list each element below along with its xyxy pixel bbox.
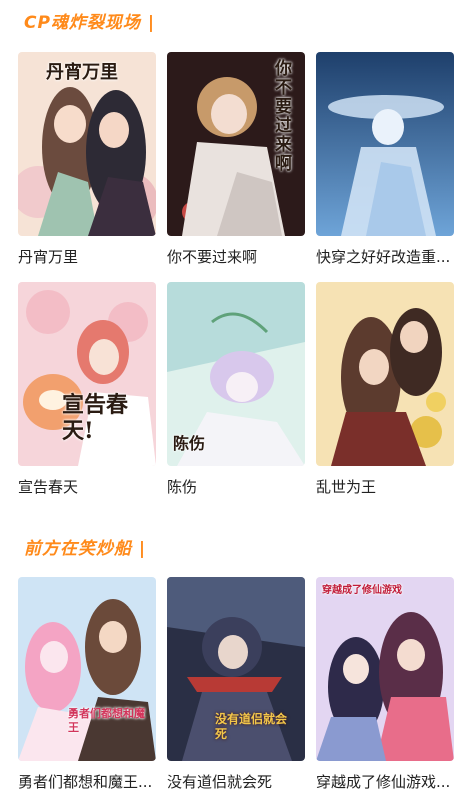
comic-card[interactable]: 陈伤 陈伤 xyxy=(167,282,305,497)
section-title-cp: CP魂炸裂现场 | xyxy=(24,13,156,33)
cover-title-text: 丹宵万里 xyxy=(46,62,118,83)
comic-card[interactable]: 宣告春天! 宣告春天 xyxy=(18,282,156,497)
comic-title[interactable]: 没有道侣就会死 xyxy=(167,771,305,792)
comic-grid-row-1: 丹宵万里 丹宵万里 你不要过来啊 你不要过来啊 快穿之好好改造重... xyxy=(18,52,454,282)
comic-cover[interactable]: 丹宵万里 xyxy=(18,52,156,236)
comic-title[interactable]: 快穿之好好改造重... xyxy=(316,246,454,267)
comic-cover[interactable]: 穿越成了修仙游戏 xyxy=(316,577,454,761)
comic-title[interactable]: 乱世为王 xyxy=(316,476,454,497)
comic-card[interactable]: 没有道侣就会死 没有道侣就会死 xyxy=(167,577,305,792)
comic-cover[interactable] xyxy=(316,282,454,466)
comic-card[interactable]: 乱世为王 xyxy=(316,282,454,497)
comic-cover[interactable]: 你不要过来啊 xyxy=(167,52,305,236)
comic-card[interactable]: 穿越成了修仙游戏 穿越成了修仙游戏... xyxy=(316,577,454,792)
section-title-ship: 前方在笑炒船 | xyxy=(24,539,147,559)
comic-cover[interactable]: 宣告春天! xyxy=(18,282,156,466)
cover-title-text: 穿越成了修仙游戏 xyxy=(322,585,402,596)
comic-title[interactable]: 宣告春天 xyxy=(18,476,156,497)
comic-card[interactable]: 你不要过来啊 你不要过来啊 xyxy=(167,52,305,267)
cover-title-text: 宣告春天! xyxy=(62,392,129,444)
comic-title[interactable]: 勇者们都想和魔王... xyxy=(18,771,156,792)
cover-art xyxy=(316,52,454,236)
cover-art xyxy=(316,282,454,466)
comic-title[interactable]: 陈伤 xyxy=(167,476,305,497)
comic-title[interactable]: 丹宵万里 xyxy=(18,246,156,267)
comic-cover[interactable]: 勇者们都想和魔王 xyxy=(18,577,156,761)
comic-card[interactable]: 勇者们都想和魔王 勇者们都想和魔王... xyxy=(18,577,156,792)
cover-title-text: 没有道侣就会死 xyxy=(215,712,288,741)
cover-title-text: 勇者们都想和魔王 xyxy=(68,707,145,734)
cover-title-text: 陈伤 xyxy=(173,434,206,453)
comic-cover[interactable]: 没有道侣就会死 xyxy=(167,577,305,761)
cover-title-text: 你不要过来啊 xyxy=(275,59,292,174)
comic-cover[interactable]: 陈伤 xyxy=(167,282,305,466)
cover-art xyxy=(316,577,454,761)
comic-card[interactable]: 快穿之好好改造重... xyxy=(316,52,454,267)
comic-card[interactable]: 丹宵万里 丹宵万里 xyxy=(18,52,156,267)
comic-grid-row-3: 勇者们都想和魔王 勇者们都想和魔王... 没有道侣就会死 没有道侣就会死 穿越成… xyxy=(18,577,454,792)
comic-cover[interactable] xyxy=(316,52,454,236)
comic-grid-row-2: 宣告春天! 宣告春天 陈伤 陈伤 乱世为王 xyxy=(18,282,454,512)
comic-title[interactable]: 你不要过来啊 xyxy=(167,246,305,267)
comic-title[interactable]: 穿越成了修仙游戏... xyxy=(316,771,454,792)
